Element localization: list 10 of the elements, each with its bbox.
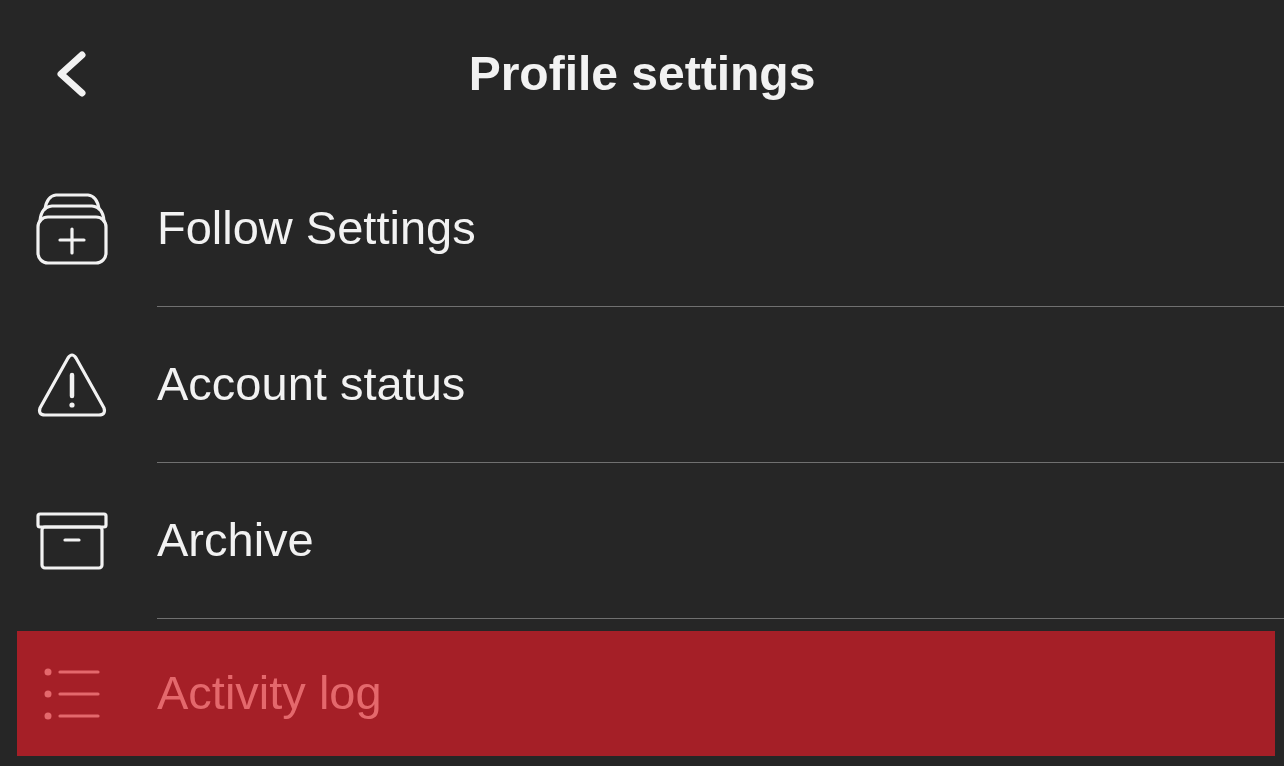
- menu-item[interactable]: Account status: [0, 307, 1284, 462]
- list-icon: [44, 667, 100, 720]
- menu-item[interactable]: Follow Settings: [0, 151, 1284, 306]
- warning-icon: [36, 352, 108, 417]
- back-button[interactable]: [55, 50, 87, 97]
- back-icon: [55, 50, 87, 97]
- menu-item[interactable]: Archive: [0, 463, 1284, 618]
- stacked-card-plus-icon: [36, 192, 108, 265]
- page-title: Profile settings: [468, 45, 816, 102]
- archive-box-icon: [36, 511, 108, 570]
